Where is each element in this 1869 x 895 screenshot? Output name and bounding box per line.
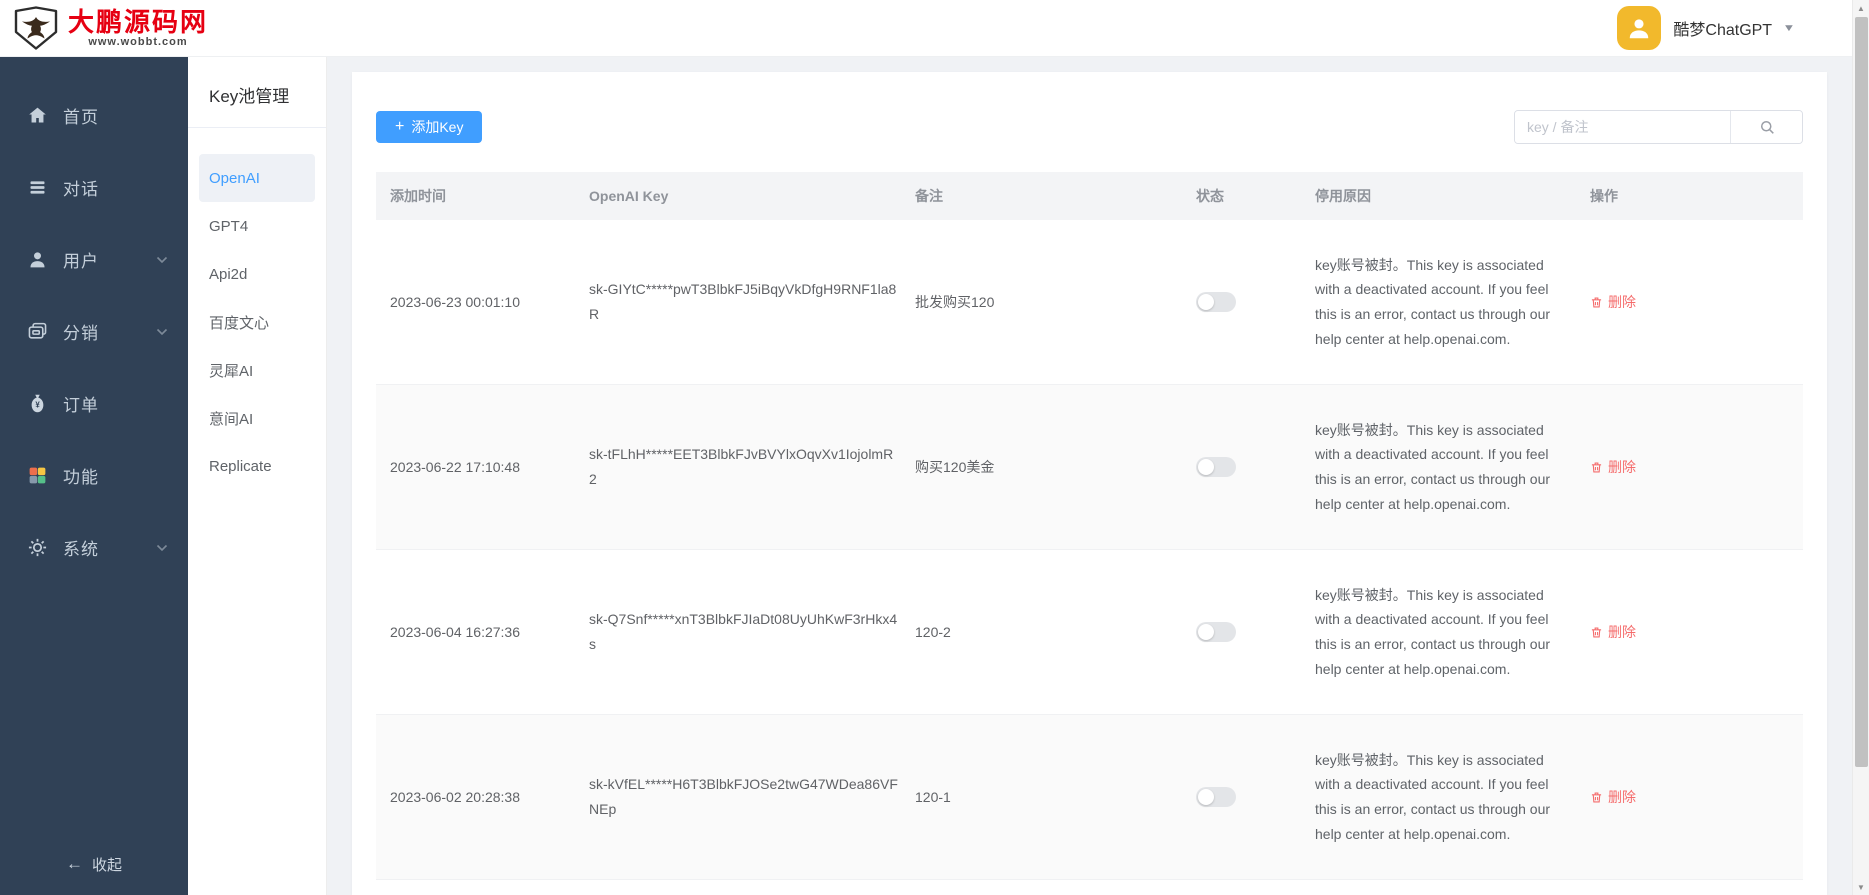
key-table: 添加时间 OpenAI Key 备注 状态 停用原因 操作 2023-06-23… (376, 172, 1803, 880)
scrollbar-thumb[interactable] (1855, 17, 1868, 767)
delete-button[interactable]: 删除 (1590, 457, 1636, 477)
app-window: 大鹏源码网 www.wobbt.com 酷梦ChatGPT ▼ 首页 对话 用户… (0, 0, 1869, 895)
add-key-button[interactable]: + 添加Key (376, 111, 483, 143)
note-cell: 购买120美金 (915, 459, 995, 475)
trash-icon (1590, 791, 1603, 804)
status-toggle[interactable] (1196, 622, 1236, 642)
left-arrow-icon: ← (65, 854, 83, 873)
trash-icon (1590, 461, 1603, 474)
sidebar-item-home[interactable]: 首页 (0, 79, 188, 151)
gear-icon (27, 537, 48, 558)
collapse-sidebar-button[interactable]: ← 收起 (0, 847, 188, 881)
trash-icon (1590, 296, 1603, 309)
site-logo[interactable]: 大鹏源码网 www.wobbt.com (12, 6, 208, 50)
column-header: 备注 (915, 188, 943, 204)
user-menu[interactable]: 酷梦ChatGPT ▼ (1617, 6, 1796, 50)
search-box (1514, 110, 1803, 144)
main-content: + 添加Key 添加时间 Op (327, 57, 1852, 895)
user-icon (27, 249, 48, 270)
table-row: 2023-06-02 20:28:38 sk-kVfEL*****H6T3Blb… (376, 715, 1803, 880)
submenu-item-replicate[interactable]: Replicate (188, 442, 326, 490)
submenu-item-lingxi-ai[interactable]: 灵犀AI (188, 346, 326, 394)
eagle-shield-icon (12, 6, 60, 50)
submenu-item-api2d[interactable]: Api2d (188, 250, 326, 298)
delete-button[interactable]: 删除 (1590, 787, 1636, 807)
api-key-cell: sk-kVfEL*****H6T3BlbkFJOSe2twG47WDea86VF… (589, 776, 898, 817)
scroll-down-icon[interactable]: ▼ (1853, 879, 1869, 895)
added-time-cell: 2023-06-04 16:27:36 (390, 624, 520, 640)
disable-reason-cell: key账号被封。This key is associated with a de… (1315, 751, 1551, 842)
main-sidebar: 首页 对话 用户 分销 ¥ 订单 功能 系统 ← 收起 (0, 57, 188, 895)
svg-text:¥: ¥ (35, 400, 40, 409)
key-pool-submenu: Key池管理 OpenAI GPT4 Api2d 百度文心 灵犀AI 意间AI … (188, 57, 327, 895)
submenu-item-yijian-ai[interactable]: 意间AI (188, 394, 326, 442)
trash-icon (1590, 626, 1603, 639)
submenu-title: Key池管理 (188, 57, 326, 128)
status-toggle[interactable] (1196, 292, 1236, 312)
chevron-down-icon (156, 544, 168, 552)
money-bag-icon: ¥ (27, 393, 48, 414)
table-row: 2023-06-22 17:10:48 sk-tFLhH*****EET3Blb… (376, 385, 1803, 550)
site-url: www.wobbt.com (88, 35, 188, 48)
status-toggle[interactable] (1196, 457, 1236, 477)
added-time-cell: 2023-06-02 20:28:38 (390, 789, 520, 805)
search-input[interactable] (1515, 111, 1730, 143)
user-avatar-icon (1617, 6, 1662, 50)
sidebar-item-chat[interactable]: 对话 (0, 151, 188, 223)
column-header: 停用原因 (1315, 188, 1371, 204)
caret-down-icon: ▼ (1782, 22, 1796, 34)
sidebar-item-distribution[interactable]: 分销 (0, 295, 188, 367)
scroll-up-icon[interactable]: ▲ (1853, 0, 1869, 16)
sidebar-item-orders[interactable]: ¥ 订单 (0, 367, 188, 439)
delete-button[interactable]: 删除 (1590, 292, 1636, 312)
sidebar-item-system[interactable]: 系统 (0, 511, 188, 583)
home-icon (27, 105, 48, 126)
user-name: 酷梦ChatGPT (1673, 22, 1773, 39)
added-time-cell: 2023-06-22 17:10:48 (390, 459, 520, 475)
api-key-cell: sk-Q7Snf*****xnT3BlbkFJIaDt08UyUhKwF3rHk… (589, 611, 898, 652)
note-cell: 120-2 (915, 624, 951, 640)
note-cell: 批发购买120 (915, 294, 995, 310)
chevron-down-icon (156, 256, 168, 264)
distribution-icon (27, 321, 48, 342)
table-row: 2023-06-23 00:01:10 sk-GIYtC*****pwT3Blb… (376, 220, 1803, 385)
submenu-item-gpt4[interactable]: GPT4 (188, 202, 326, 250)
column-header: 添加时间 (390, 188, 446, 204)
added-time-cell: 2023-06-23 00:01:10 (390, 294, 520, 310)
disable-reason-cell: key账号被封。This key is associated with a de… (1315, 586, 1551, 677)
column-header: OpenAI Key (589, 188, 669, 204)
sidebar-item-features[interactable]: 功能 (0, 439, 188, 511)
table-row: 2023-06-04 16:27:36 sk-Q7Snf*****xnT3Blb… (376, 550, 1803, 715)
site-name: 大鹏源码网 (68, 6, 209, 37)
delete-button[interactable]: 删除 (1590, 622, 1636, 642)
browser-scrollbar[interactable]: ▲ ▼ (1852, 0, 1869, 895)
note-cell: 120-1 (915, 789, 951, 805)
sidebar-item-users[interactable]: 用户 (0, 223, 188, 295)
chat-list-icon (27, 177, 48, 198)
search-button[interactable] (1730, 111, 1802, 143)
column-header: 状态 (1196, 188, 1224, 204)
content-card: + 添加Key 添加时间 Op (352, 72, 1827, 895)
api-key-cell: sk-GIYtC*****pwT3BlbkFJ5iBqyVkDfgH9RNF1l… (589, 281, 897, 322)
plus-icon: + (395, 118, 405, 135)
column-header: 操作 (1590, 188, 1618, 204)
search-icon (1758, 118, 1776, 136)
api-key-cell: sk-tFLhH*****EET3BlbkFJvBVYlxOqvXv1Iojol… (589, 446, 894, 487)
table-header-row: 添加时间 OpenAI Key 备注 状态 停用原因 操作 (376, 172, 1803, 220)
submenu-item-openai[interactable]: OpenAI (199, 154, 315, 202)
disable-reason-cell: key账号被封。This key is associated with a de… (1315, 256, 1551, 347)
chevron-down-icon (156, 328, 168, 336)
top-header-bar: 大鹏源码网 www.wobbt.com 酷梦ChatGPT ▼ (0, 0, 1852, 57)
disable-reason-cell: key账号被封。This key is associated with a de… (1315, 421, 1551, 512)
status-toggle[interactable] (1196, 787, 1236, 807)
features-grid-icon (27, 465, 48, 486)
submenu-item-baidu-wenxin[interactable]: 百度文心 (188, 298, 326, 346)
